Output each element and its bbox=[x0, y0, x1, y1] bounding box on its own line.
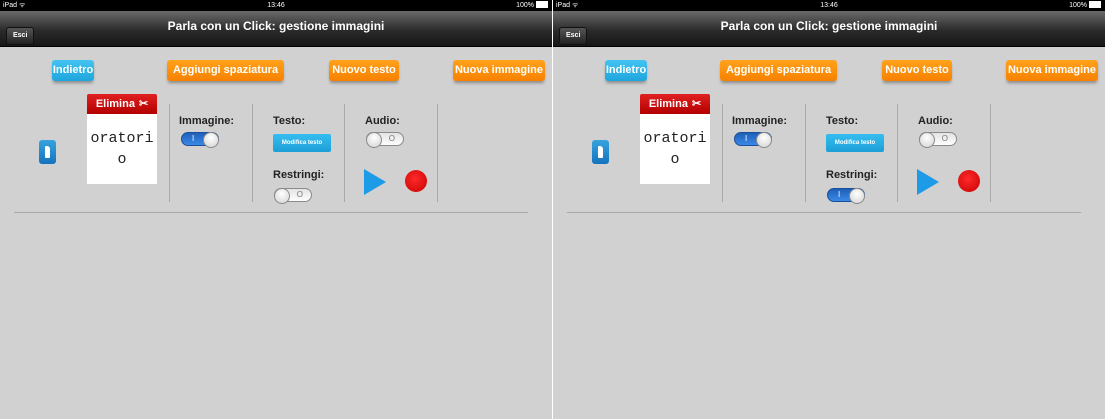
audio-switch[interactable]: O bbox=[366, 132, 404, 148]
nav-bar: Esci Parla con un Click: gestione immagi… bbox=[553, 11, 1105, 47]
switch-off-mark: O bbox=[388, 134, 395, 143]
switch-on-mark: I bbox=[192, 134, 195, 143]
delete-label: Elimina bbox=[95, 98, 135, 110]
battery-percent: 100% bbox=[516, 2, 534, 9]
text-card[interactable]: oratorio bbox=[87, 114, 157, 184]
status-time: 13:46 bbox=[820, 2, 838, 9]
image-label: Immagine: bbox=[732, 115, 788, 127]
delete-label: Elimina bbox=[648, 98, 688, 110]
switch-knob bbox=[756, 132, 772, 148]
column-divider bbox=[990, 104, 991, 202]
record-icon[interactable] bbox=[958, 170, 980, 192]
switch-on-mark: I bbox=[745, 134, 748, 143]
handle-glyph bbox=[598, 146, 603, 158]
audio-label: Audio: bbox=[365, 115, 400, 127]
play-icon[interactable] bbox=[917, 169, 939, 195]
drag-handle-icon[interactable] bbox=[39, 140, 56, 164]
handle-glyph bbox=[45, 146, 50, 158]
status-bar: iPad ᯤ 13:46 100% bbox=[553, 0, 1105, 11]
ipad-screen-left: iPad ᯤ 13:46 100% Esci Parla con un Clic… bbox=[0, 0, 552, 419]
image-switch[interactable]: I bbox=[181, 132, 219, 148]
column-divider bbox=[169, 104, 170, 202]
switch-off-mark: O bbox=[296, 190, 303, 199]
delete-button[interactable]: Elimina ✂ bbox=[640, 94, 710, 114]
row-separator bbox=[14, 212, 528, 213]
status-time: 13:46 bbox=[267, 2, 285, 9]
switch-knob bbox=[366, 132, 382, 148]
nav-bar: Esci Parla con un Click: gestione immagi… bbox=[0, 11, 552, 47]
battery-icon bbox=[1089, 0, 1101, 8]
row-separator bbox=[567, 212, 1081, 213]
new-text-button[interactable]: Nuovo testo bbox=[329, 60, 399, 81]
column-divider bbox=[252, 104, 253, 202]
audio-label: Audio: bbox=[918, 115, 953, 127]
shrink-switch[interactable]: O bbox=[274, 188, 312, 204]
switch-knob bbox=[919, 132, 935, 148]
modify-text-button[interactable]: Modifica testo bbox=[826, 134, 884, 152]
battery-indicator: 100% bbox=[516, 0, 548, 11]
battery-indicator: 100% bbox=[1069, 0, 1101, 11]
record-icon[interactable] bbox=[405, 170, 427, 192]
switch-knob bbox=[203, 132, 219, 148]
shrink-label: Restringi: bbox=[273, 169, 325, 181]
column-divider bbox=[805, 104, 806, 202]
column-divider bbox=[897, 104, 898, 202]
shrink-label: Restringi: bbox=[826, 169, 878, 181]
add-spacing-button[interactable]: Aggiungi spaziatura bbox=[720, 60, 837, 81]
column-divider bbox=[722, 104, 723, 202]
image-label: Immagine: bbox=[179, 115, 235, 127]
status-bar: iPad ᯤ 13:46 100% bbox=[0, 0, 552, 11]
play-icon[interactable] bbox=[364, 169, 386, 195]
switch-on-mark: I bbox=[838, 190, 841, 199]
new-text-button[interactable]: Nuovo testo bbox=[882, 60, 952, 81]
nav-title: Parla con un Click: gestione immagini bbox=[720, 19, 938, 33]
drag-handle-icon[interactable] bbox=[592, 140, 609, 164]
text-label: Testo: bbox=[826, 115, 859, 127]
scissors-icon: ✂ bbox=[691, 98, 702, 110]
column-divider bbox=[437, 104, 438, 202]
nav-title: Parla con un Click: gestione immagini bbox=[167, 19, 385, 33]
delete-button[interactable]: Elimina ✂ bbox=[87, 94, 157, 114]
new-image-button[interactable]: Nuova immagine bbox=[1006, 60, 1098, 81]
ipad-screen-right: iPad ᯤ 13:46 100% Esci Parla con un Clic… bbox=[553, 0, 1105, 419]
modify-text-button[interactable]: Modifica testo bbox=[273, 134, 331, 152]
audio-switch[interactable]: O bbox=[919, 132, 957, 148]
switch-knob bbox=[849, 188, 865, 204]
scissors-icon: ✂ bbox=[138, 98, 149, 110]
shrink-switch[interactable]: I bbox=[827, 188, 865, 204]
switch-knob bbox=[274, 188, 290, 204]
back-button[interactable]: Indietro bbox=[52, 60, 94, 81]
battery-percent: 100% bbox=[1069, 2, 1087, 9]
new-image-button[interactable]: Nuova immagine bbox=[453, 60, 545, 81]
back-button[interactable]: Indietro bbox=[605, 60, 647, 81]
add-spacing-button[interactable]: Aggiungi spaziatura bbox=[167, 60, 284, 81]
text-card[interactable]: oratorio bbox=[640, 114, 710, 184]
battery-icon bbox=[536, 0, 548, 8]
text-label: Testo: bbox=[273, 115, 306, 127]
column-divider bbox=[344, 104, 345, 202]
switch-off-mark: O bbox=[941, 134, 948, 143]
image-switch[interactable]: I bbox=[734, 132, 772, 148]
